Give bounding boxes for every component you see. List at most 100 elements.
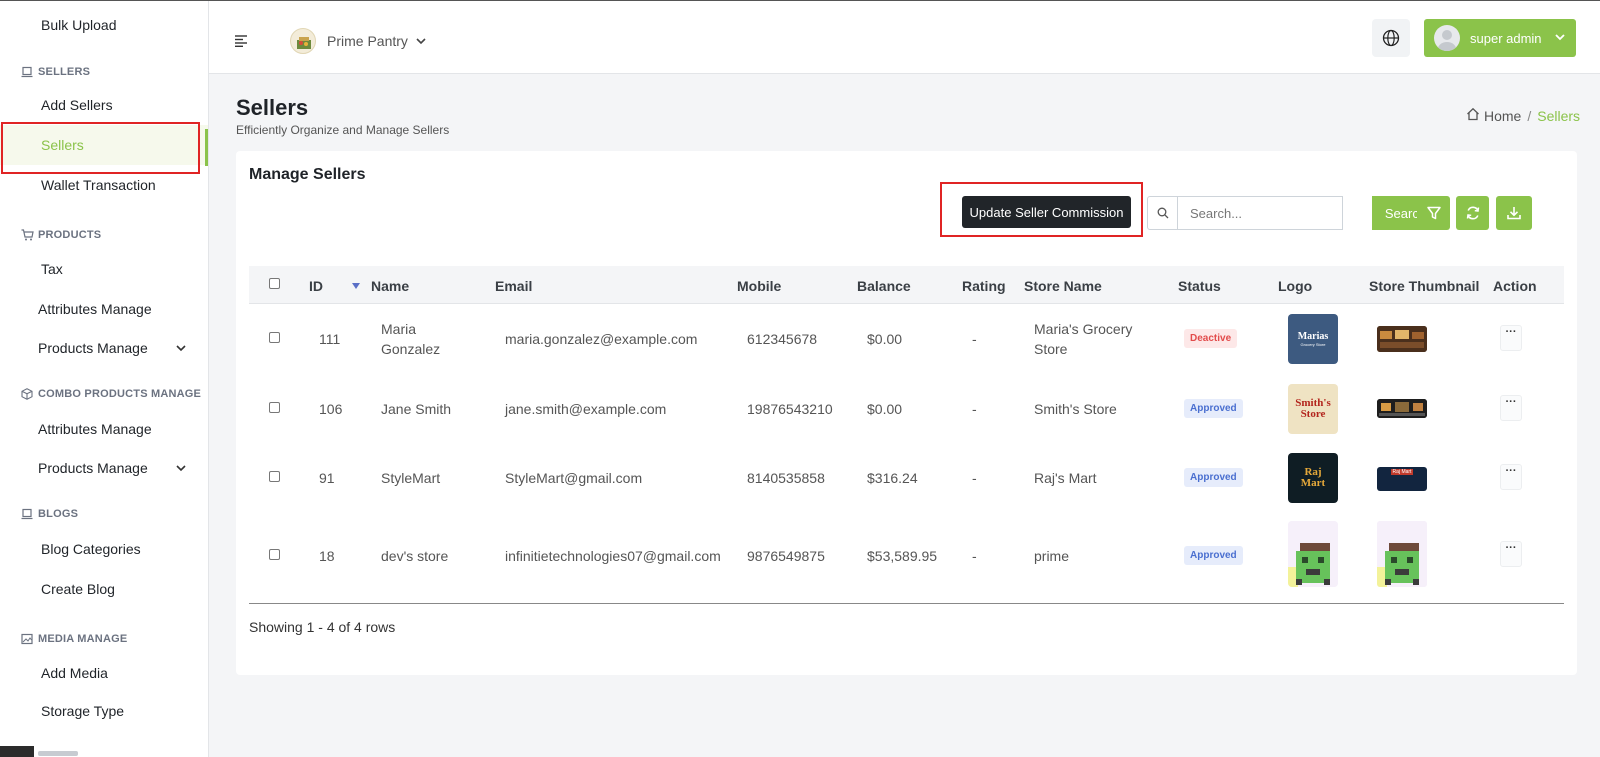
- sidebar-item-label: Blog Categories: [41, 541, 141, 557]
- sidebar-item-attributes-manage[interactable]: Attributes Manage: [0, 289, 208, 329]
- status-badge: Approved: [1184, 468, 1243, 487]
- cell-balance: $316.24: [867, 470, 918, 486]
- table-divider: [249, 603, 1564, 604]
- search-input[interactable]: [1178, 205, 1338, 221]
- row-checkbox[interactable]: [269, 402, 280, 413]
- sidebar-item-label: Attributes Manage: [38, 421, 152, 437]
- cell-rating: -: [972, 548, 977, 564]
- sidebar-item-add-sellers[interactable]: Add Sellers: [0, 85, 208, 125]
- section-label: PRODUCTS: [38, 229, 102, 241]
- sort-desc-icon[interactable]: [352, 283, 360, 289]
- store-selector-label[interactable]: Prime Pantry: [327, 33, 408, 49]
- cell-rating: -: [972, 331, 977, 347]
- chevron-down-icon: [175, 461, 189, 475]
- sidebar-footer-widget[interactable]: [0, 746, 34, 757]
- user-menu-button[interactable]: super admin: [1424, 19, 1576, 57]
- seller-logo[interactable]: Smith's Store: [1288, 384, 1338, 434]
- table-row: 91 StyleMart StyleMart@gmail.com 8140535…: [249, 444, 1564, 514]
- table-row: 18 dev's store infinitietechnologies07@g…: [249, 514, 1564, 603]
- select-all-checkbox[interactable]: [269, 278, 280, 289]
- status-badge: Approved: [1184, 546, 1243, 565]
- table-row: 106 Jane Smith jane.smith@example.com 19…: [249, 374, 1564, 444]
- column-header-rating[interactable]: Rating: [962, 278, 1006, 294]
- sidebar-item-bulk-upload[interactable]: Bulk Upload: [0, 5, 208, 45]
- sidebar-item-storage-type[interactable]: Storage Type: [0, 691, 208, 731]
- cell-email: infinitietechnologies07@gmail.com: [505, 548, 721, 564]
- sidebar-item-wallet-transaction[interactable]: Wallet Transaction: [0, 165, 208, 205]
- laptop-icon: [20, 65, 34, 79]
- store-logo[interactable]: [290, 28, 316, 54]
- store-thumbnail[interactable]: [1377, 326, 1427, 352]
- sidebar-item-combo-products-manage[interactable]: Products Manage: [0, 448, 208, 488]
- sidebar-section-products: PRODUCTS: [20, 228, 101, 242]
- page-subtitle: Efficiently Organize and Manage Sellers: [236, 123, 450, 137]
- sidebar-item-blog-categories[interactable]: Blog Categories: [0, 529, 208, 569]
- row-checkbox[interactable]: [269, 332, 280, 343]
- cell-store-name: Smith's Store: [1034, 401, 1117, 417]
- store-thumbnail[interactable]: Raj Mart: [1377, 467, 1427, 491]
- cell-email: maria.gonzalez@example.com: [505, 331, 698, 347]
- sidebar-item-label: Create Blog: [41, 581, 115, 597]
- seller-logo[interactable]: Marias Grocery Store: [1288, 314, 1338, 364]
- home-icon[interactable]: [1466, 107, 1480, 124]
- filter-button[interactable]: [1417, 196, 1450, 230]
- sidebar-item-label: Wallet Transaction: [41, 177, 156, 193]
- logo-subtext: Mart: [1300, 477, 1326, 489]
- refresh-button[interactable]: [1456, 196, 1489, 230]
- breadcrumb-current: Sellers: [1537, 107, 1581, 124]
- seller-logo[interactable]: Raj Mart: [1288, 453, 1338, 503]
- section-label: BLOGS: [38, 508, 79, 520]
- logo-text: Marias: [1297, 331, 1329, 342]
- column-header-balance[interactable]: Balance: [857, 278, 911, 294]
- cell-store-name-line1: Maria's Grocery: [1034, 321, 1133, 337]
- sidebar-next-section-fade: [38, 751, 78, 756]
- cell-store-name: Raj's Mart: [1034, 470, 1097, 486]
- section-label: MEDIA MANAGE: [38, 633, 128, 645]
- sidebar-item-combo-attributes-manage[interactable]: Attributes Manage: [0, 409, 208, 449]
- column-header-status[interactable]: Status: [1178, 278, 1221, 294]
- sidebar-item-label: Sellers: [41, 137, 84, 153]
- sidebar-item-add-media[interactable]: Add Media: [0, 653, 208, 693]
- logo-subtext: Store: [1300, 408, 1326, 420]
- cell-email: jane.smith@example.com: [505, 401, 667, 417]
- seller-logo[interactable]: [1288, 521, 1338, 587]
- avatar: [1434, 25, 1460, 51]
- menu-toggle-icon[interactable]: [235, 34, 249, 48]
- section-label: SELLERS: [38, 66, 91, 78]
- search-icon: [1148, 197, 1178, 229]
- sidebar-item-products-manage[interactable]: Products Manage: [0, 328, 208, 368]
- column-header-mobile[interactable]: Mobile: [737, 278, 781, 294]
- sidebar-item-tax[interactable]: Tax: [0, 249, 208, 289]
- column-header-id[interactable]: ID: [309, 278, 323, 294]
- export-button[interactable]: [1496, 196, 1532, 230]
- row-action-menu[interactable]: ···: [1500, 541, 1522, 567]
- table-header: ID Name Email Mobile Balance Rating Stor…: [249, 266, 1564, 304]
- row-checkbox[interactable]: [269, 471, 280, 482]
- column-header-name[interactable]: Name: [371, 278, 409, 294]
- store-thumbnail[interactable]: [1377, 521, 1427, 587]
- sidebar-section-combo: COMBO PRODUCTS MANAGE: [20, 387, 201, 401]
- sidebar-item-create-blog[interactable]: Create Blog: [0, 569, 208, 609]
- cell-id: 91: [319, 470, 335, 486]
- cell-id: 106: [319, 401, 343, 417]
- sidebar-item-sellers[interactable]: Sellers: [0, 125, 208, 165]
- chevron-down-icon[interactable]: [415, 34, 427, 52]
- cell-rating: -: [972, 401, 977, 417]
- breadcrumb-home[interactable]: Home: [1484, 108, 1521, 124]
- column-header-email[interactable]: Email: [495, 278, 532, 294]
- cell-balance: $0.00: [867, 331, 903, 347]
- column-header-store-name[interactable]: Store Name: [1024, 278, 1102, 294]
- cell-balance: $53,589.95: [867, 548, 938, 564]
- sidebar-item-label: Products Manage: [38, 340, 148, 356]
- row-checkbox[interactable]: [269, 549, 280, 560]
- sidebar-section-sellers: SELLERS: [20, 65, 90, 79]
- language-button[interactable]: [1372, 19, 1410, 57]
- sidebar-item-label: Products Manage: [38, 460, 148, 476]
- row-action-menu[interactable]: ···: [1500, 464, 1522, 490]
- update-seller-commission-button[interactable]: Update Seller Commission: [962, 196, 1131, 228]
- row-action-menu[interactable]: ···: [1500, 325, 1522, 351]
- row-action-menu[interactable]: ···: [1500, 395, 1522, 421]
- status-badge: Approved: [1184, 399, 1243, 418]
- store-thumbnail[interactable]: [1377, 399, 1427, 418]
- user-name: super admin: [1470, 30, 1542, 46]
